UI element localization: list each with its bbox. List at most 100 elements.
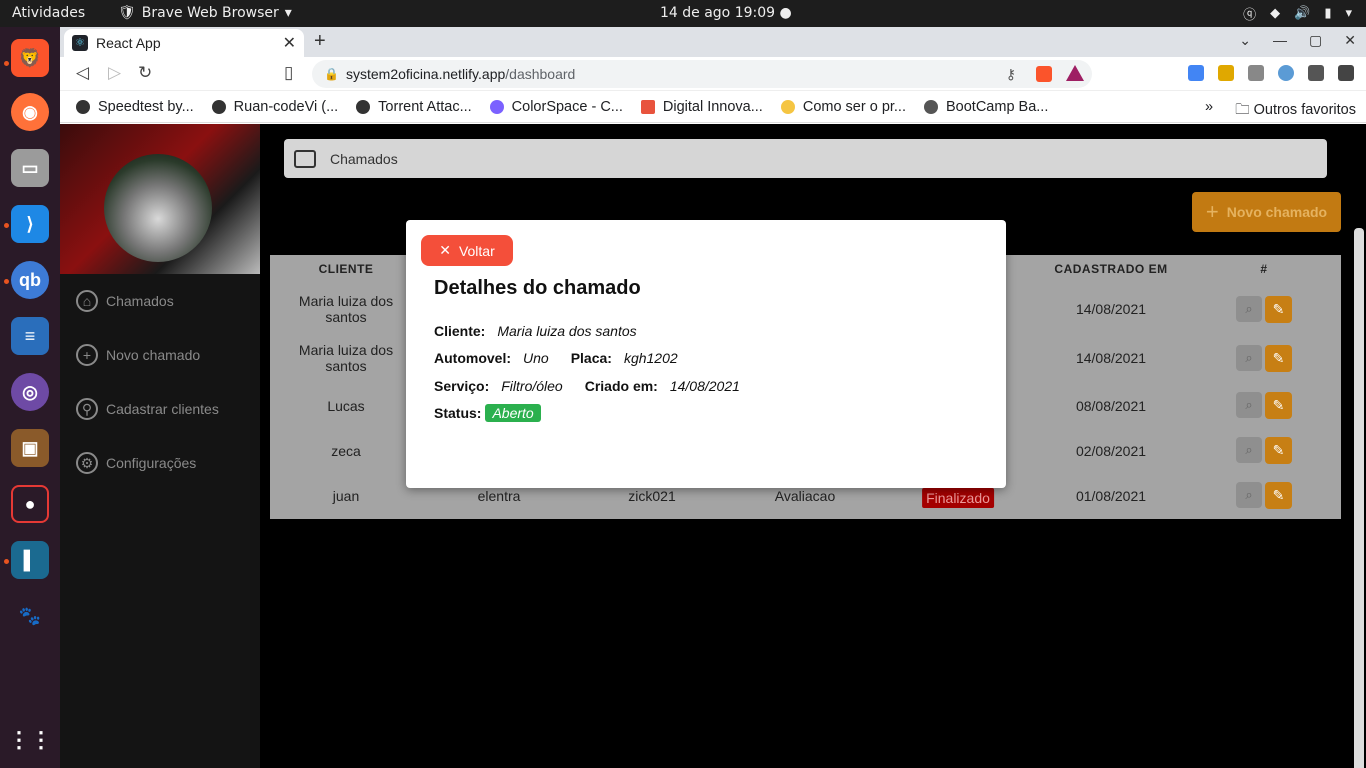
- reload-button[interactable]: ↻: [138, 63, 152, 83]
- key-icon[interactable]: ⚷: [1006, 60, 1016, 88]
- pencil-icon: ✎: [1272, 487, 1285, 503]
- writer-icon[interactable]: ≡: [11, 317, 49, 355]
- clock[interactable]: 14 de ago 19:09 ●: [660, 5, 792, 21]
- app-grid-icon[interactable]: ⋮⋮: [8, 721, 52, 759]
- brave-rewards-icon[interactable]: [1066, 65, 1084, 81]
- system-tray[interactable]: ⓠ ◆ 🔊 ▮ ▾: [1243, 4, 1352, 23]
- cell-cliente: Maria luiza dos santos: [298, 342, 394, 374]
- pencil-icon: ✎: [1272, 442, 1285, 458]
- sidebar-banner: [60, 124, 260, 274]
- github-icon[interactable]: ◎: [11, 373, 49, 411]
- download-icon[interactable]: [1338, 65, 1354, 81]
- terminal-icon[interactable]: ▌: [11, 541, 49, 579]
- firefox-icon[interactable]: ◉: [11, 93, 49, 131]
- app-menu[interactable]: 🛡 Brave Web Browser ▾: [118, 5, 292, 21]
- forward-button[interactable]: ▷: [108, 63, 121, 83]
- sidebar-item-cadastrar-clientes[interactable]: ⚲ Cadastrar clientes: [76, 398, 219, 420]
- extension-icon[interactable]: [1278, 65, 1294, 81]
- back-button[interactable]: ◁: [76, 63, 89, 83]
- dio-icon: [640, 99, 655, 114]
- brave-icon: 🛡: [118, 5, 136, 21]
- volume-icon[interactable]: 🔊: [1294, 6, 1310, 21]
- brave-shields-icon[interactable]: [1036, 66, 1052, 82]
- gimp-icon[interactable]: 🐾: [11, 597, 49, 635]
- maximize-button[interactable]: ▢: [1309, 32, 1322, 49]
- sidebar-item-novo-chamado[interactable]: + Novo chamado: [76, 344, 200, 366]
- bookmark-item[interactable]: Ruan-codeVi (...: [211, 99, 338, 115]
- sidebar-item-configuracoes[interactable]: ⚙ Configurações: [76, 452, 196, 474]
- dock: 🦁 ◉ ▭ ⟩ qb ≡ ◎ ▣ ● ▌ 🐾 ⋮⋮: [0, 27, 60, 768]
- cell-cadastrado: 08/08/2021: [1075, 398, 1147, 414]
- tab-react-app[interactable]: ⚛ React App ✕: [64, 29, 304, 57]
- screenshot-app-icon[interactable]: ▣: [11, 429, 49, 467]
- tab-search-icon[interactable]: ⌄: [1239, 32, 1251, 49]
- back-button[interactable]: ✕ Voltar: [421, 235, 513, 266]
- pencil-icon: ✎: [1272, 301, 1285, 317]
- page-title: Chamados: [330, 150, 398, 167]
- utorrent-icon: [356, 99, 371, 114]
- wifi-icon[interactable]: ◆: [1270, 6, 1280, 21]
- bookmark-item[interactable]: Como ser o pr...: [780, 99, 906, 115]
- label-placa: Placa:: [570, 350, 612, 366]
- view-button[interactable]: ⌕: [1236, 482, 1262, 508]
- clock-text: 14 de ago 19:09: [660, 5, 776, 21]
- value-cliente: Maria luiza dos santos: [497, 323, 637, 339]
- folder-icon: 🗀: [1235, 102, 1250, 118]
- view-button[interactable]: ⌕: [1236, 296, 1262, 322]
- cell-cadastrado: 14/08/2021: [1075, 350, 1147, 366]
- new-ticket-button[interactable]: + Novo chamado: [1192, 192, 1341, 232]
- column-header-cadastrado: CADASTRADO EM: [1054, 262, 1168, 276]
- speedtest-icon: [76, 99, 90, 114]
- view-button[interactable]: ⌕: [1236, 437, 1262, 463]
- chevron-down-icon: ▾: [284, 5, 292, 21]
- qbittorrent-icon[interactable]: qb: [11, 261, 49, 299]
- label-criado: Criado em:: [584, 378, 658, 394]
- plus-icon: +: [1205, 199, 1219, 224]
- edit-button[interactable]: ✎: [1265, 345, 1292, 372]
- value-placa: kgh1202: [623, 350, 678, 366]
- view-button[interactable]: ⌕: [1236, 345, 1262, 371]
- bookmark-item[interactable]: Torrent Attac...: [356, 99, 472, 115]
- bookmark-icon[interactable]: ▯: [284, 63, 293, 83]
- translate-extension-icon[interactable]: [1188, 65, 1204, 81]
- edit-button[interactable]: ✎: [1265, 437, 1292, 464]
- new-tab-button[interactable]: +: [314, 30, 326, 53]
- extensions: [1188, 65, 1354, 81]
- chevron-down-icon[interactable]: ▾: [1345, 6, 1352, 21]
- mail-extension-icon[interactable]: [1248, 65, 1264, 81]
- url-host: system2oficina.netlify.app: [346, 66, 506, 82]
- battery-icon[interactable]: ▮: [1324, 6, 1331, 21]
- view-button[interactable]: ⌕: [1236, 392, 1262, 418]
- address-bar[interactable]: 🔒 system2oficina.netlify.app/dashboard ⚷: [312, 60, 1092, 88]
- cell-cliente: Lucas: [327, 398, 365, 414]
- brave-icon[interactable]: 🦁: [11, 39, 49, 77]
- edit-button[interactable]: ✎: [1265, 296, 1292, 323]
- extension-icon[interactable]: [1218, 65, 1234, 81]
- qbittorrent-tray-icon[interactable]: ⓠ: [1243, 4, 1256, 23]
- screen-recorder-icon[interactable]: ●: [11, 485, 49, 523]
- minimize-button[interactable]: —: [1273, 32, 1287, 49]
- close-tab-icon[interactable]: ✕: [283, 33, 296, 53]
- activities-button[interactable]: Atividades: [12, 5, 85, 21]
- other-favorites-folder[interactable]: 🗀 Outros favoritos: [1235, 99, 1356, 124]
- search-icon: ⌕: [1245, 442, 1253, 457]
- sidebar-item-chamados[interactable]: ⌂ Chamados: [76, 290, 174, 312]
- colorspace-icon: [489, 99, 504, 114]
- edit-button[interactable]: ✎: [1265, 392, 1292, 419]
- more-bookmarks-button[interactable]: »: [1205, 99, 1213, 124]
- edit-button[interactable]: ✎: [1265, 482, 1292, 509]
- vscode-icon[interactable]: ⟩: [11, 205, 49, 243]
- files-icon[interactable]: ▭: [11, 149, 49, 187]
- detail-status: Status: Aberto: [434, 404, 541, 422]
- scrollbar[interactable]: [1354, 228, 1364, 768]
- puzzle-icon[interactable]: [1308, 65, 1324, 81]
- bookmark-label: Digital Innova...: [662, 98, 763, 115]
- bookmark-item[interactable]: BootCamp Ba...: [924, 99, 1048, 115]
- bookmark-item[interactable]: Speedtest by...: [76, 99, 194, 115]
- bookmark-item[interactable]: ColorSpace - C...: [489, 99, 623, 115]
- close-window-button[interactable]: ✕: [1344, 32, 1356, 49]
- bookmark-item[interactable]: Digital Innova...: [640, 98, 763, 115]
- cell-placa: zick021: [628, 488, 676, 504]
- os-top-bar: Atividades 🛡 Brave Web Browser ▾ 14 de ago…: [0, 0, 1366, 27]
- window-controls: ⌄ — ▢ ✕: [1239, 32, 1356, 49]
